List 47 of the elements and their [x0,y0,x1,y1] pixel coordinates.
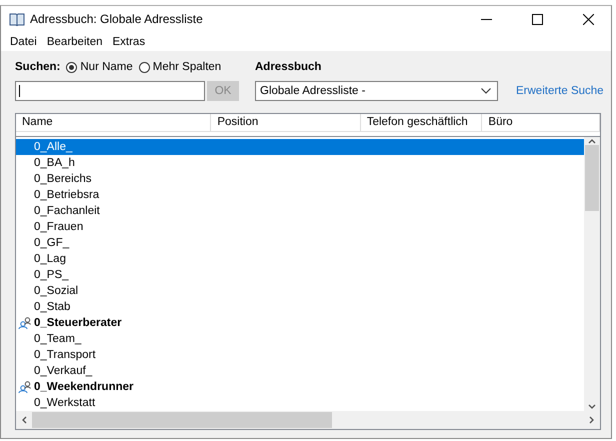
list-row[interactable]: 0_BA_h [16,155,584,171]
group-icon [18,380,32,394]
scroll-up-icon[interactable] [588,137,596,145]
group-icon [18,316,32,330]
list-row[interactable]: 0_Bereichs [16,171,584,187]
scrollbar-thumb[interactable] [585,145,599,211]
radio-label[interactable]: Nur Name [80,61,133,73]
search-label: Suchen: [15,61,60,73]
menu-item[interactable]: Bearbeiten [42,36,108,48]
radio-button[interactable] [138,62,150,72]
list-row[interactable]: 0_Alle_ [16,139,584,155]
radio-label[interactable]: Mehr Spalten [152,61,222,73]
list-row[interactable]: 0_Betriebsra [16,187,584,203]
column-header[interactable]: Telefon geschäftlich [360,114,482,131]
list-row[interactable]: 0_Weekendrunner [16,379,584,395]
radio-button[interactable] [66,62,78,72]
list-row[interactable]: 0_Frauen [16,219,584,235]
list-row[interactable]: 0_PS_ [16,267,584,283]
column-header[interactable]: Position [211,114,361,131]
address-book-dropdown[interactable]: Globale Adressliste - [255,81,498,101]
list-row[interactable]: 0_Sozial [16,283,584,299]
scroll-right-icon[interactable] [588,416,596,424]
list-row[interactable]: 0_Fachanleit [16,203,584,219]
window-title: Adressbuch: Globale Adressliste [30,12,204,26]
maximize-icon[interactable] [532,14,542,24]
list-row[interactable]: 0_Team_ [16,331,584,347]
chevron-down-icon[interactable] [481,88,491,94]
column-header[interactable]: Büro [482,114,600,131]
minimize-icon[interactable] [480,18,492,20]
close-icon[interactable] [582,14,594,24]
address-book-label: Adressbuch [255,61,322,73]
search-field[interactable] [15,81,205,101]
list-row[interactable]: 0_GF_ [16,235,584,251]
list-row[interactable]: 0_Verkauf_ [16,363,584,379]
menu-item[interactable]: Extras [107,36,150,48]
list-row[interactable]: 0_Lag [16,251,584,267]
advanced-search-link[interactable]: Erweiterte Suche [516,85,604,97]
address-book-icon [9,12,25,26]
column-header[interactable]: Name [16,114,212,131]
list-row[interactable]: 0_Werkstatt [16,395,584,411]
scroll-left-icon[interactable] [20,416,28,424]
menu-item[interactable]: Datei [5,36,42,48]
scroll-down-icon[interactable] [588,403,596,411]
list-row[interactable]: 0_Stab [16,299,584,315]
scrollbar-thumb[interactable] [32,412,332,428]
list-row[interactable]: 0_Steuerberater [16,315,584,331]
list-row[interactable]: 0_Transport [16,347,584,363]
